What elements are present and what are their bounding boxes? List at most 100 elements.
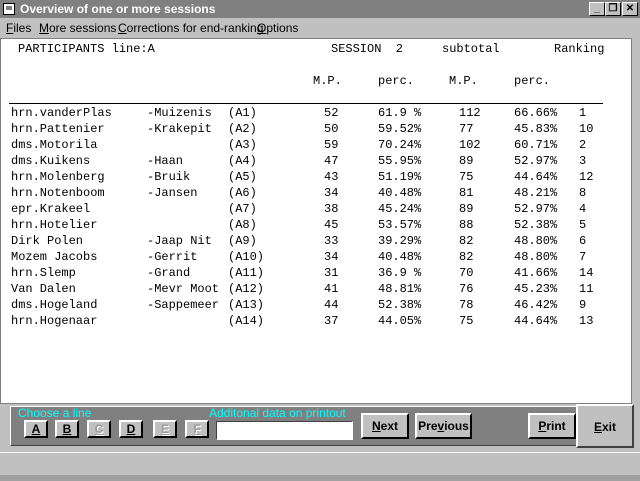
perc-total-cell: 52.38% (514, 218, 558, 232)
mp-total-cell: 89 (459, 154, 474, 168)
status-bar (0, 452, 640, 481)
menu-corrections[interactable]: Corrections for end-ranking (118, 21, 263, 35)
rank-cell: 13 (579, 314, 594, 328)
pair-code: (A2) (228, 122, 257, 136)
minimize-button[interactable]: _ (589, 2, 605, 16)
table-row: dms.Hogeland -Sappemeer (A13) 44 52.38% 78 46.… (1, 298, 621, 314)
perc-total-cell: 46.42% (514, 298, 558, 312)
mp-total-cell: 112 (459, 106, 481, 120)
perc-cell: 39.29% (378, 234, 422, 248)
menu-files[interactable]: Files (6, 21, 31, 35)
participants-label: PARTICIPANTS line:A (18, 42, 155, 56)
close-button[interactable]: ✕ (622, 2, 638, 16)
previous-button[interactable]: Previous (415, 413, 472, 439)
mp-total-cell: 75 (459, 170, 474, 184)
mp-cell: 37 (324, 314, 339, 328)
participant-1: hrn.Hotelier (11, 218, 98, 232)
title-bar[interactable]: Overview of one or more sessions _ ❐ ✕ (0, 0, 640, 18)
pair-code: (A14) (228, 314, 265, 328)
report-area: PARTICIPANTS line:A SESSION 2 subtotal R… (0, 38, 632, 404)
perc-total-cell: 48.80% (514, 250, 558, 264)
subtotal-label: subtotal (442, 42, 500, 56)
col-header-mp-total: M.P. (449, 74, 478, 88)
mp-cell: 34 (324, 186, 339, 200)
participant-1: dms.Hogeland (11, 298, 98, 312)
participant-2: -Jaap Nit (147, 234, 212, 248)
mp-total-cell: 89 (459, 202, 474, 216)
app-icon[interactable] (3, 3, 15, 15)
table-row: hrn.Slemp -Grand (A11) 31 36.9 % 70 41.66% 14 (1, 266, 621, 282)
table-row: dms.Kuikens -Haan (A4) 47 55.95% 89 52.97% 3 (1, 154, 621, 170)
participant-1: dms.Motorila (11, 138, 98, 152)
line-a-button[interactable]: A (24, 420, 48, 438)
pair-code: (A6) (228, 186, 257, 200)
table-row: Dirk Polen -Jaap Nit (A9) 33 39.29% 82 48.80% 6 (1, 234, 621, 250)
table-row: hrn.Hogenaar (A14) 37 44.05% 75 44.64% 13 (1, 314, 621, 330)
rank-cell: 10 (579, 122, 594, 136)
rank-cell: 3 (579, 154, 587, 168)
participant-1: dms.Kuikens (11, 154, 91, 168)
print-button[interactable]: Print (528, 413, 576, 439)
perc-total-cell: 44.64% (514, 314, 558, 328)
pair-code: (A11) (228, 266, 265, 280)
table-row: hrn.Pattenier -Krakepit (A2) 50 59.52% 77 45.8… (1, 122, 621, 138)
line-b-button[interactable]: B (55, 420, 79, 438)
pair-code: (A12) (228, 282, 265, 296)
participant-1: Van Dalen (11, 282, 76, 296)
participant-2: -Krakepit (147, 122, 212, 136)
menu-bar: Files More sessions Corrections for end-… (0, 18, 640, 38)
menu-options[interactable]: Options (257, 21, 298, 35)
participant-1: Dirk Polen (11, 234, 84, 248)
restore-button[interactable]: ❐ (605, 2, 621, 16)
perc-total-cell: 44.64% (514, 170, 558, 184)
line-e-button[interactable]: E (153, 420, 177, 438)
mp-cell: 33 (324, 234, 339, 248)
close-icon: ✕ (625, 3, 635, 14)
table-row: epr.Krakeel (A7) 38 45.24% 89 52.97% 4 (1, 202, 621, 218)
mp-cell: 50 (324, 122, 339, 136)
choose-line-label: Choose a line (18, 406, 92, 420)
mp-cell: 52 (324, 106, 339, 120)
mp-cell: 45 (324, 218, 339, 232)
mp-cell: 41 (324, 282, 339, 296)
table-row: Mozem Jacobs -Gerrit (A10) 34 40.48% 82 48.80%… (1, 250, 621, 266)
pair-code: (A9) (228, 234, 257, 248)
line-f-button[interactable]: F (185, 420, 209, 438)
mp-cell: 59 (324, 138, 339, 152)
next-button[interactable]: Next (361, 413, 409, 439)
perc-cell: 36.9 % (378, 266, 422, 280)
mp-total-cell: 82 (459, 234, 474, 248)
table-row: hrn.Notenboom -Jansen (A6) 34 40.48% 81 48.21%… (1, 186, 621, 202)
table-row: Van Dalen -Mevr Moot (A12) 41 48.81% 76 45.23%… (1, 282, 621, 298)
perc-cell: 61.9 % (378, 106, 422, 120)
participant-1: Mozem Jacobs (11, 250, 98, 264)
menu-more-sessions[interactable]: More sessions (39, 21, 116, 35)
mp-total-cell: 70 (459, 266, 474, 280)
header-rule (9, 103, 603, 104)
mp-cell: 34 (324, 250, 339, 264)
rank-cell: 9 (579, 298, 587, 312)
col-header-mp: M.P. (313, 74, 342, 88)
mp-total-cell: 88 (459, 218, 474, 232)
pair-code: (A8) (228, 218, 257, 232)
mp-total-cell: 76 (459, 282, 474, 296)
participant-2: -Grand (147, 266, 191, 280)
perc-cell: 40.48% (378, 186, 422, 200)
participant-2: -Gerrit (147, 250, 198, 264)
pair-code: (A7) (228, 202, 257, 216)
perc-total-cell: 41.66% (514, 266, 558, 280)
perc-total-cell: 52.97% (514, 154, 558, 168)
line-c-button[interactable]: C (87, 420, 111, 438)
pair-code: (A4) (228, 154, 257, 168)
exit-button[interactable]: Exit (580, 411, 630, 443)
participant-1: hrn.Slemp (11, 266, 76, 280)
additional-data-input[interactable] (216, 421, 353, 440)
line-d-button[interactable]: D (119, 420, 143, 438)
rank-cell: 12 (579, 170, 594, 184)
rank-cell: 14 (579, 266, 594, 280)
pair-code: (A10) (228, 250, 265, 264)
perc-total-cell: 48.21% (514, 186, 558, 200)
window-edge (632, 38, 640, 404)
additional-data-label: Additonal data on printout (209, 406, 346, 420)
pair-code: (A1) (228, 106, 257, 120)
